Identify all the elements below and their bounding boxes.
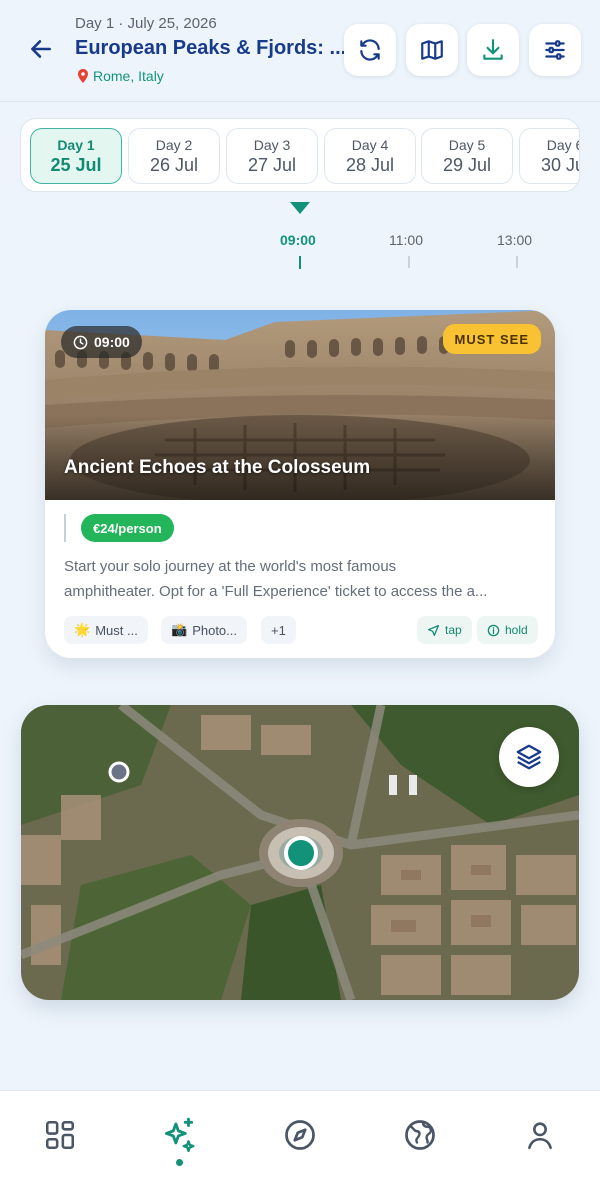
day-chip-3[interactable]: Day 3 27 Jul	[226, 128, 318, 184]
tap-hint-label: tap	[445, 623, 462, 637]
day-date: 29 Jul	[442, 154, 492, 175]
hold-hint: hold	[477, 616, 538, 644]
timeline-tick	[408, 256, 410, 268]
day-date: 28 Jul	[345, 154, 395, 175]
activity-card[interactable]: 09:00 MUST SEE Ancient Echoes at the Col…	[45, 310, 555, 658]
star-icon: 🌟	[74, 622, 91, 637]
satellite-map[interactable]	[21, 705, 579, 1000]
price-pill: €24/person	[81, 514, 174, 542]
download-button[interactable]	[467, 24, 519, 76]
tag-label: Photo...	[192, 622, 237, 638]
timeline-current-marker	[290, 202, 310, 214]
day-chip-5[interactable]: Day 5 29 Jul	[421, 128, 513, 184]
timeline-tick	[516, 256, 518, 268]
settings-sliders-icon	[545, 40, 565, 60]
camera-icon: 📸	[171, 622, 188, 637]
info-icon	[487, 624, 500, 636]
tag-label: Must ...	[95, 622, 138, 638]
compass-icon	[285, 1120, 315, 1150]
tag-photo[interactable]: 📸 Photo...	[161, 616, 247, 644]
refresh-button[interactable]	[344, 24, 396, 76]
description-line: Start your solo journey at the world's m…	[64, 558, 397, 575]
timeline-time[interactable]: 13:00	[497, 232, 532, 248]
day-selector[interactable]: Day 1 25 Jul Day 2 26 Jul Day 3 27 Jul D…	[20, 118, 580, 192]
timeline-tick	[299, 256, 301, 269]
map-view-button[interactable]	[406, 24, 458, 76]
day-date: 27 Jul	[247, 154, 297, 175]
nav-profile[interactable]	[520, 1115, 560, 1155]
activity-time: 09:00	[94, 334, 130, 350]
map-marker-secondary[interactable]	[108, 761, 130, 783]
day-date: 26 Jul	[149, 154, 199, 175]
day-label: Day 2	[155, 136, 193, 153]
price-divider	[64, 514, 66, 542]
nav-active-indicator	[176, 1159, 183, 1166]
globe-icon	[405, 1120, 435, 1150]
nav-dashboard[interactable]	[40, 1115, 80, 1155]
profile-icon	[528, 1122, 552, 1150]
activity-title: Ancient Echoes at the Colosseum	[64, 457, 371, 478]
activity-description: Start your solo journey at the world's m…	[64, 554, 540, 604]
must-see-badge: MUST SEE	[442, 324, 541, 354]
tag-more[interactable]: +1	[261, 616, 296, 644]
nav-itinerary[interactable]	[159, 1115, 199, 1155]
app-header: Day 1 · July 25, 2026 European Peaks & F…	[0, 0, 600, 102]
trip-day-subtitle: Day 1 · July 25, 2026	[75, 15, 217, 32]
nav-explore[interactable]	[280, 1115, 320, 1155]
activity-time-badge: 09:00	[61, 326, 142, 358]
day-chip-6[interactable]: Day 6 30 Jul	[519, 128, 580, 184]
sparkles-icon	[164, 1117, 195, 1153]
timeline-time[interactable]: 11:00	[389, 232, 423, 248]
settings-button[interactable]	[529, 24, 581, 76]
bottom-navigation	[0, 1090, 600, 1187]
day-date: 30 Jul	[540, 154, 579, 175]
refresh-icon	[360, 39, 380, 61]
nav-trips[interactable]	[400, 1115, 440, 1155]
timeline-time-current[interactable]: 09:00	[280, 232, 316, 248]
location-text: Rome, Italy	[93, 68, 164, 84]
day-chip-2[interactable]: Day 2 26 Jul	[128, 128, 220, 184]
location-pin-icon	[78, 69, 88, 83]
day-label: Day 6	[546, 136, 580, 153]
map-icon	[421, 40, 443, 60]
hold-hint-label: hold	[505, 623, 528, 637]
tag-label: +1	[271, 622, 286, 638]
tag-must-see[interactable]: 🌟 Must ...	[64, 616, 148, 644]
map-layers-button[interactable]	[499, 727, 559, 787]
back-button[interactable]	[26, 34, 56, 64]
day-chip-1[interactable]: Day 1 25 Jul	[30, 128, 122, 184]
tap-hint: tap	[417, 616, 472, 644]
trip-title[interactable]: European Peaks & Fjords: ...	[75, 37, 346, 60]
day-label: Day 1	[57, 136, 95, 153]
day-label: Day 3	[253, 136, 291, 153]
description-line: amphitheater. Opt for a 'Full Experience…	[64, 583, 488, 600]
day-date: 25 Jul	[50, 154, 102, 175]
map-marker-current[interactable]	[284, 836, 318, 870]
arrow-left-icon	[31, 40, 51, 58]
navigation-arrow-icon	[427, 624, 440, 636]
dashboard-icon	[45, 1120, 75, 1150]
location-label: Rome, Italy	[77, 68, 164, 84]
clock-icon	[73, 335, 88, 349]
layers-icon	[516, 744, 542, 770]
download-icon	[483, 39, 503, 60]
day-label: Day 5	[448, 136, 486, 153]
day-label: Day 4	[351, 136, 389, 153]
day-chip-4[interactable]: Day 4 28 Jul	[324, 128, 416, 184]
